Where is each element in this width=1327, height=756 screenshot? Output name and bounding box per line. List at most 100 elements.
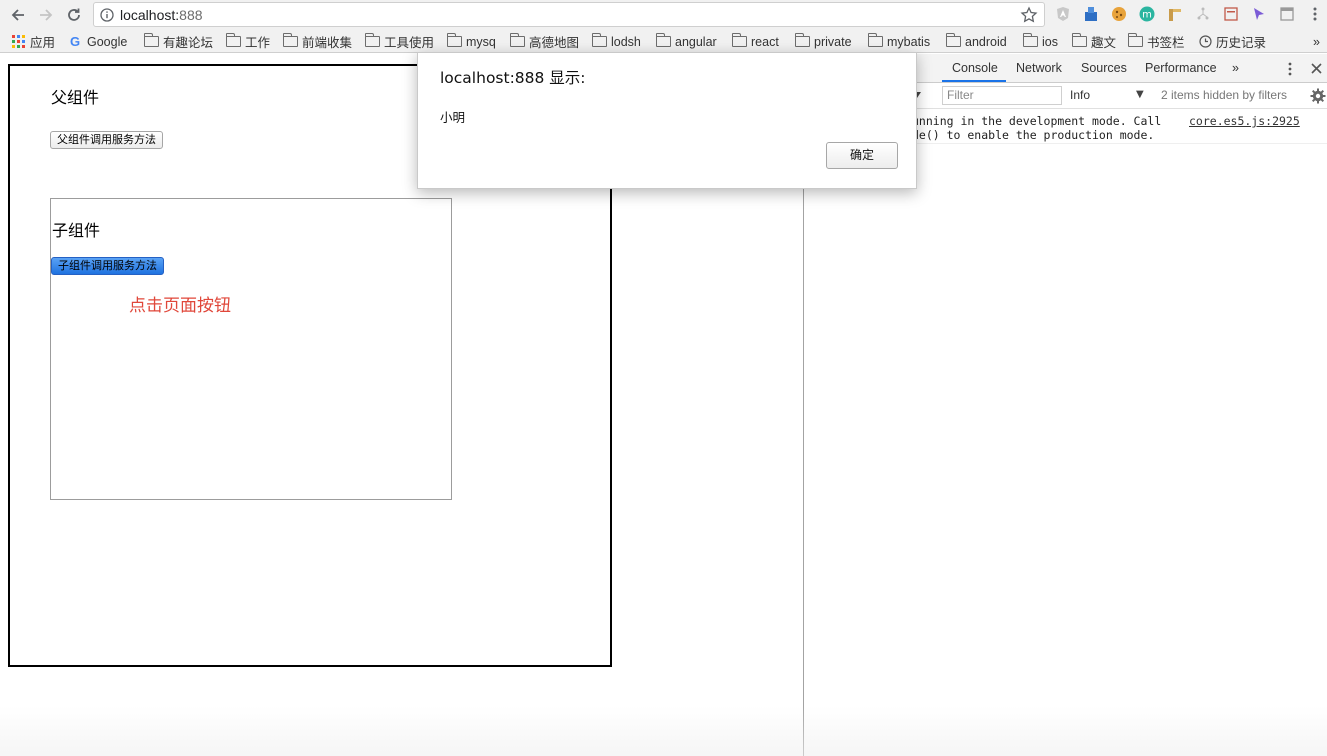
folder-icon	[510, 33, 525, 47]
click-hint-annotation: 点击页面按钮	[129, 296, 231, 316]
tab-network[interactable]: Network	[1016, 61, 1062, 75]
bookmark-folder[interactable]: mysq	[447, 33, 496, 50]
svg-text:G: G	[70, 35, 80, 48]
bookmark-folder[interactable]: 工具使用	[365, 33, 434, 50]
child-call-service-button[interactable]: 子组件调用服务方法	[51, 257, 164, 275]
active-tab-indicator	[942, 80, 1006, 82]
more-tabs-button[interactable]: »	[1232, 61, 1239, 75]
address-bar[interactable]: localhost:888	[93, 2, 1045, 27]
bookmark-label: 工具使用	[384, 36, 435, 50]
tab-performance[interactable]: Performance	[1145, 61, 1217, 75]
tab-sources[interactable]: Sources	[1081, 61, 1127, 75]
bookmark-folder[interactable]: android	[946, 33, 1007, 50]
bookmark-label: android	[965, 34, 1007, 49]
bookmark-label: lodsh	[611, 34, 641, 49]
back-button[interactable]	[7, 4, 29, 26]
dialog-title: localhost:888 显示:	[440, 69, 586, 87]
devtools-menu-icon[interactable]	[1283, 61, 1297, 77]
bookmark-label: 应用	[30, 36, 56, 50]
bookmark-label: 前端收集	[302, 36, 353, 50]
alert-dialog: localhost:888 显示: 小明 确定	[417, 52, 917, 189]
back-arrow-icon	[11, 9, 24, 21]
bookmark-folder[interactable]: mybatis	[868, 33, 930, 50]
bookmark-label: 书签栏	[1147, 36, 1185, 50]
bookmark-folder[interactable]: 前端收集	[283, 33, 352, 50]
hidden-items-notice: 2 items hidden by filters	[1161, 88, 1288, 102]
folder-icon	[592, 33, 607, 47]
child-component-title: 子组件	[52, 221, 101, 240]
bookmark-folder[interactable]: ios	[1023, 33, 1058, 50]
console-message-line-1: unning in the development mode. Call	[912, 114, 1162, 128]
tab-console[interactable]: Console	[952, 61, 998, 75]
bookmark-label: react	[751, 34, 779, 49]
bookmark-google[interactable]: G Google	[70, 33, 127, 50]
bookmark-history[interactable]: 历史记录	[1199, 33, 1266, 50]
bookmark-label: 有趣论坛	[163, 36, 214, 50]
google-g-icon: G	[70, 35, 80, 48]
bookmark-folder[interactable]: 高德地图	[510, 33, 579, 50]
folder-icon	[1128, 33, 1143, 47]
folder-icon	[283, 33, 298, 47]
folder-icon	[365, 33, 380, 47]
browser-toolbar: localhost:888 m	[0, 0, 1327, 30]
reload-icon	[68, 8, 80, 21]
bookmark-label: mybatis	[887, 34, 931, 49]
bookmark-folder[interactable]: 趣文	[1072, 33, 1116, 50]
gear-icon[interactable]	[1310, 88, 1326, 104]
bookmark-folder[interactable]: 书签栏	[1128, 33, 1185, 50]
tree-icon[interactable]	[1195, 6, 1211, 22]
kebab-menu-icon	[1313, 7, 1317, 21]
console-source-link[interactable]: core.es5.js:2925	[1189, 114, 1300, 128]
chrome-menu-button[interactable]	[1307, 6, 1323, 22]
bookmark-label: 趣文	[1091, 36, 1117, 50]
folder-icon	[656, 33, 671, 47]
lighthouse-icon[interactable]	[1083, 6, 1099, 22]
folder-icon	[226, 33, 241, 47]
log-level-select[interactable]: Info	[1070, 88, 1090, 102]
url-text: localhost:888	[120, 7, 203, 23]
bookmarks-bar: 应用 G Google 有趣论坛 工作 前端收集 工具使用 mysq 高德地图 …	[0, 30, 1327, 53]
parent-call-service-button[interactable]: 父组件调用服务方法	[50, 131, 163, 149]
bookmark-folder[interactable]: lodsh	[592, 33, 641, 50]
bookmark-folder[interactable]: 有趣论坛	[144, 33, 213, 50]
cursor-icon[interactable]	[1251, 6, 1267, 22]
bookmark-folder[interactable]: private	[795, 33, 852, 50]
bookmark-label: private	[814, 34, 852, 49]
folder-icon	[732, 33, 747, 47]
bookmark-folder[interactable]: 工作	[226, 33, 270, 50]
forward-arrow-icon	[40, 9, 53, 21]
m-extension-icon[interactable]: m	[1139, 6, 1155, 22]
overflow-chevron-icon: »	[1313, 34, 1320, 49]
bookmark-folder[interactable]: react	[732, 33, 779, 50]
close-devtools-icon[interactable]	[1310, 62, 1323, 75]
telescope-icon[interactable]	[1167, 6, 1183, 22]
bookmark-label: Google	[87, 34, 128, 49]
info-icon[interactable]	[100, 8, 114, 22]
child-component: 子组件 子组件调用服务方法 点击页面按钮	[50, 198, 452, 500]
bookmark-apps[interactable]: 应用	[12, 33, 55, 50]
bookmark-label: 工作	[245, 36, 271, 50]
folder-icon	[946, 33, 961, 47]
reload-button[interactable]	[63, 4, 85, 26]
console-filter-input[interactable]: Filter	[942, 86, 1062, 105]
bookmark-star-icon[interactable]	[1020, 6, 1038, 24]
url-host: localhost:	[120, 7, 180, 23]
folder-icon	[447, 33, 462, 47]
cookie-icon[interactable]	[1111, 6, 1127, 22]
url-port: 888	[179, 7, 203, 23]
bookmark-label: angular	[675, 34, 717, 49]
layout-icon[interactable]	[1279, 6, 1295, 22]
bookmark-label: mysq	[466, 34, 496, 49]
folder-icon	[795, 33, 810, 47]
bookmarks-overflow-button[interactable]: »	[1313, 33, 1320, 50]
dialog-ok-button[interactable]: 确定	[826, 142, 898, 169]
svg-text:m: m	[1142, 10, 1152, 21]
bookmark-folder[interactable]: angular	[656, 33, 717, 50]
forward-button[interactable]	[35, 4, 57, 26]
apps-grid-icon	[12, 34, 25, 48]
bookmark-label: 高德地图	[529, 36, 580, 50]
angular-icon[interactable]	[1055, 6, 1071, 22]
log-level-caret-icon: ▼	[1136, 89, 1144, 100]
postman-icon[interactable]	[1223, 6, 1239, 22]
folder-icon	[1023, 33, 1038, 47]
